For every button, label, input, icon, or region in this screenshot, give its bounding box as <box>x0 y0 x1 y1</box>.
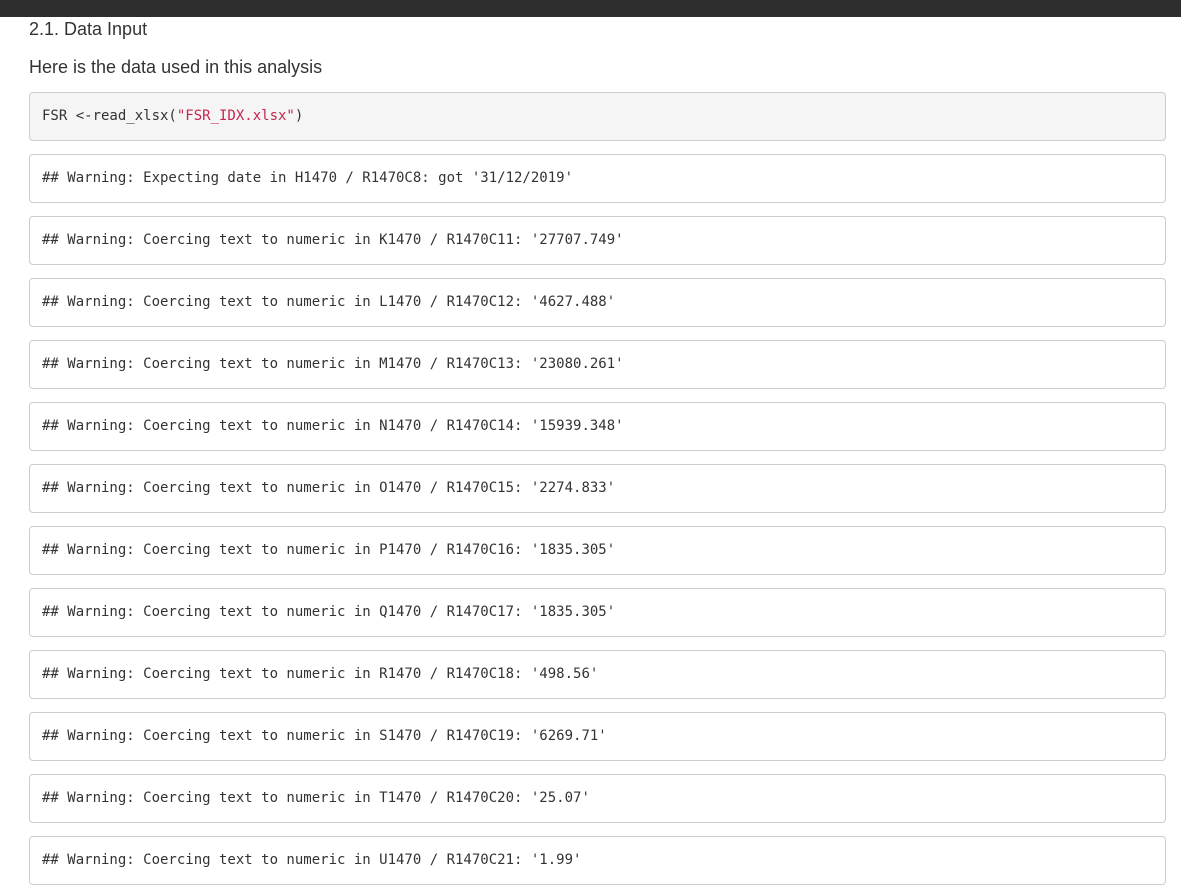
output-block-3[interactable]: ## Warning: Coercing text to numeric in … <box>29 278 1166 327</box>
output-block-7[interactable]: ## Warning: Coercing text to numeric in … <box>29 526 1166 575</box>
warning-text: ## Warning: Coercing text to numeric in … <box>42 356 624 372</box>
output-block-11[interactable]: ## Warning: Coercing text to numeric in … <box>29 774 1166 823</box>
top-navbar <box>0 0 1181 17</box>
output-block-4[interactable]: ## Warning: Coercing text to numeric in … <box>29 340 1166 389</box>
warning-text: ## Warning: Coercing text to numeric in … <box>42 604 616 620</box>
warning-text: ## Warning: Coercing text to numeric in … <box>42 666 599 682</box>
warning-text: ## Warning: Expecting date in H1470 / R1… <box>42 170 574 186</box>
intro-text: Here is the data used in this analysis <box>29 57 323 77</box>
output-block-1[interactable]: ## Warning: Expecting date in H1470 / R1… <box>29 154 1166 203</box>
code-chunk-source[interactable]: FSR <-read_xlsx("FSR_IDX.xlsx") <box>29 92 1166 141</box>
code-string-literal: "FSR_IDX.xlsx" <box>176 108 295 124</box>
output-block-10[interactable]: ## Warning: Coercing text to numeric in … <box>29 712 1166 761</box>
output-block-2[interactable]: ## Warning: Coercing text to numeric in … <box>29 216 1166 265</box>
warning-text: ## Warning: Coercing text to numeric in … <box>42 480 616 496</box>
output-block-6[interactable]: ## Warning: Coercing text to numeric in … <box>29 464 1166 513</box>
warning-text: ## Warning: Coercing text to numeric in … <box>42 542 616 558</box>
section-heading: 2.1. Data Input <box>29 19 148 39</box>
output-block-5[interactable]: ## Warning: Coercing text to numeric in … <box>29 402 1166 451</box>
output-block-9[interactable]: ## Warning: Coercing text to numeric in … <box>29 650 1166 699</box>
warning-text: ## Warning: Coercing text to numeric in … <box>42 418 624 434</box>
warning-text: ## Warning: Coercing text to numeric in … <box>42 232 624 248</box>
warning-text: ## Warning: Coercing text to numeric in … <box>42 790 590 806</box>
code-suffix: ) <box>294 108 304 124</box>
output-block-12[interactable]: ## Warning: Coercing text to numeric in … <box>29 836 1166 885</box>
code-prefix: FSR <-read_xlsx( <box>42 108 177 124</box>
warning-text: ## Warning: Coercing text to numeric in … <box>42 294 616 310</box>
warning-text: ## Warning: Coercing text to numeric in … <box>42 852 582 868</box>
warning-text: ## Warning: Coercing text to numeric in … <box>42 728 607 744</box>
output-block-8[interactable]: ## Warning: Coercing text to numeric in … <box>29 588 1166 637</box>
